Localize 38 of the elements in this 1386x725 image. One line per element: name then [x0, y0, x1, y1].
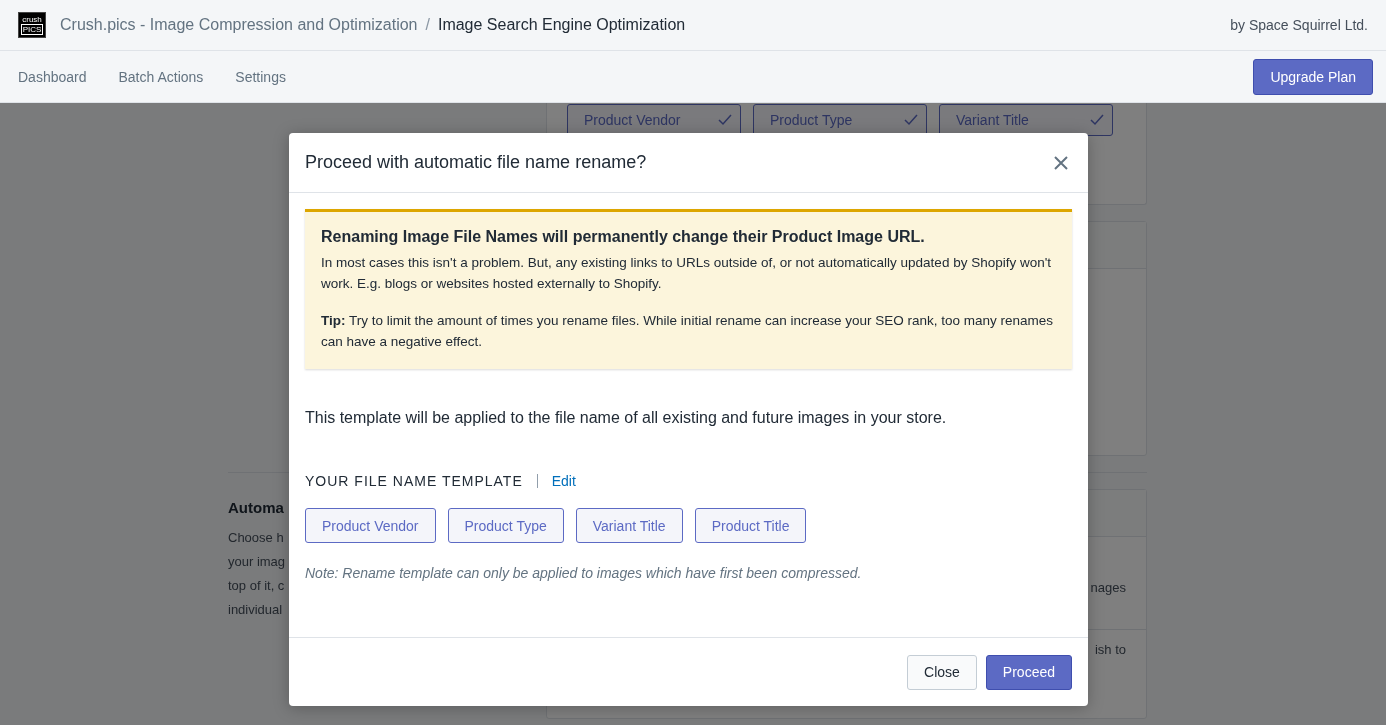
- template-chip[interactable]: Product Vendor: [567, 104, 741, 136]
- chip-label: Product Vendor: [584, 112, 681, 128]
- breadcrumb-separator: /: [425, 16, 430, 34]
- logo-text: PICS: [20, 24, 44, 35]
- section-text: Choose h: [228, 529, 284, 547]
- close-icon: [1054, 155, 1068, 170]
- warning-text: In most cases this isn't a problem. But, any existing links to URLs outside of, or not automatically updated by Shopify won't work. E.g. blogs or websites hosted externally to Shopify.: [321, 254, 1053, 293]
- edit-link[interactable]: Edit: [551, 473, 576, 489]
- vendor-text: by Space Squirrel Ltd.: [1230, 17, 1368, 33]
- template-chip[interactable]: Product Type: [753, 104, 927, 136]
- chip-label: Variant Title: [956, 112, 1029, 128]
- app-name[interactable]: Crush.pics - Image Compression and Optimization: [60, 16, 418, 34]
- modal-title: Proceed with automatic file name rename?: [305, 152, 647, 173]
- note-text: Note: Rename template can only be applied to images which have first been compressed.: [305, 565, 863, 581]
- section-text: top of it, c: [228, 577, 285, 595]
- template-tag[interactable]: Variant Title: [575, 508, 683, 543]
- page-title: Image Search Engine Optimization: [437, 16, 686, 34]
- template-tag[interactable]: Product Vendor: [305, 508, 436, 543]
- nav-link[interactable]: Settings: [235, 68, 286, 85]
- template-tag[interactable]: Product Title: [694, 508, 807, 543]
- logo-text: crush: [22, 15, 42, 24]
- chip-label: Product Type: [770, 112, 853, 128]
- section-text: individual: [228, 601, 283, 619]
- description-text: This template will be applied to the file name of all existing and future images in your store.: [305, 409, 948, 427]
- upgrade-plan-button[interactable]: Upgrade Plan: [1253, 58, 1373, 95]
- template-chip[interactable]: Variant Title: [939, 104, 1113, 136]
- tip-text: Tip: Try to limit the amount of times you rename files. While initial rename can increase your SEO rank, too many renames can have a negative effect.: [321, 312, 1055, 351]
- nav-link[interactable]: Batch Actions: [118, 68, 204, 85]
- card-text: ish to: [1094, 642, 1126, 657]
- section-text: your imag: [228, 553, 286, 571]
- card-text: nages: [1090, 580, 1126, 595]
- proceed-button[interactable]: Proceed: [985, 654, 1072, 690]
- template-tag[interactable]: Product Type: [447, 508, 564, 543]
- section-heading: Automa: [228, 499, 284, 516]
- warning-title: Renaming Image File Names will permanently change their Product Image URL.: [321, 228, 926, 246]
- close-button[interactable]: Close: [907, 654, 977, 690]
- template-label: YOUR FILE NAME TEMPLATE: [305, 474, 538, 488]
- nav-link[interactable]: Dashboard: [18, 68, 87, 85]
